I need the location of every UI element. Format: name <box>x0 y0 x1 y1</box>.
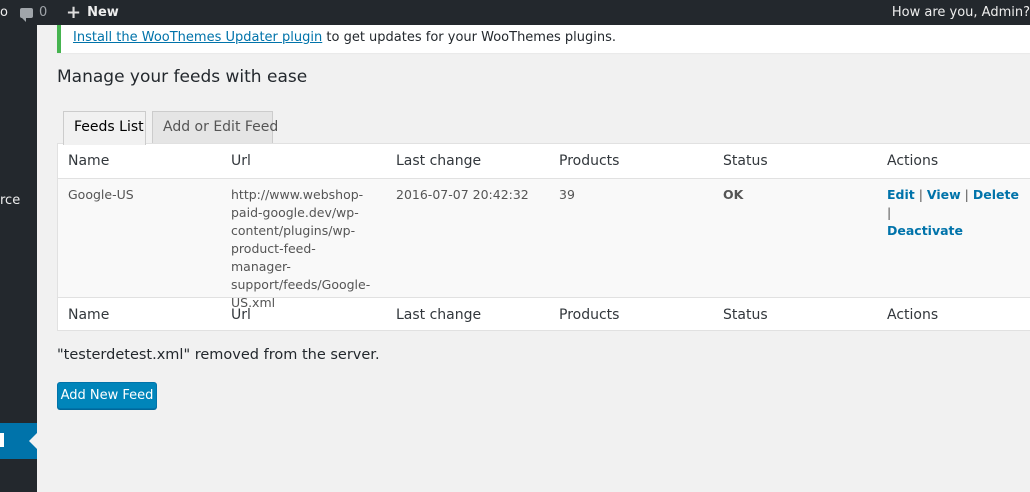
feed-name: Google-US <box>68 187 134 202</box>
column-header-name: Name <box>68 153 110 169</box>
new-label: New <box>87 5 119 20</box>
page-title: Manage your feeds with ease <box>57 67 308 87</box>
feed-url: http://www.webshop-paid-google.dev/wp-co… <box>231 187 371 310</box>
feeds-table: Name Url Last change Products Status Act… <box>57 143 1030 331</box>
column-header-status: Status <box>723 153 768 169</box>
column-footer-actions: Actions <box>887 307 939 323</box>
install-updater-link[interactable]: Install the WooThemes Updater plugin <box>73 30 322 45</box>
feed-products: 39 <box>559 187 575 202</box>
new-content-menu[interactable]: + New <box>66 0 119 25</box>
comments-menu[interactable]: 0 <box>20 0 47 25</box>
tab-add-edit-feed[interactable]: Add or Edit Feed <box>152 111 278 144</box>
feed-last-change: 2016-07-07 20:42:32 <box>396 187 529 202</box>
plus-icon: + <box>66 2 82 23</box>
sidebar-item-active[interactable] <box>0 423 37 459</box>
admin-bar: o 0 + New How are you, Admin? <box>0 0 1030 25</box>
table-footer: Name Url Last change Products Status Act… <box>58 297 1030 332</box>
table-row: Google-US http://www.webshop-paid-google… <box>58 179 1030 310</box>
column-header-url: Url <box>231 153 251 169</box>
admin-sidebar: rce <box>0 25 37 492</box>
feed-actions: Edit | View | Delete | Deactivate <box>887 187 1019 238</box>
column-header-actions: Actions <box>887 153 939 169</box>
column-footer-status: Status <box>723 307 768 323</box>
comment-icon <box>20 7 33 22</box>
column-footer-url: Url <box>231 307 251 323</box>
active-pointer-icon <box>29 433 37 449</box>
sidebar-active-fragment <box>0 433 4 447</box>
comments-count: 0 <box>39 5 48 20</box>
account-menu[interactable]: How are you, Admin? <box>892 0 1030 25</box>
tab-feeds-list[interactable]: Feeds List <box>63 111 146 145</box>
feed-status: OK <box>723 187 744 202</box>
status-message: "testerdetest.xml" removed from the serv… <box>57 347 380 363</box>
column-footer-last-change: Last change <box>396 307 482 323</box>
view-feed-link[interactable]: View <box>927 187 961 202</box>
column-header-products: Products <box>559 153 620 169</box>
edit-feed-link[interactable]: Edit <box>887 187 915 202</box>
sidebar-item-truncated[interactable]: rce <box>0 193 20 208</box>
add-new-feed-button[interactable]: Add New Feed <box>57 382 157 409</box>
column-header-last-change: Last change <box>396 153 482 169</box>
update-notice: Install the WooThemes Updater plugin to … <box>57 25 1030 53</box>
deactivate-feed-link[interactable]: Deactivate <box>887 223 963 238</box>
column-footer-products: Products <box>559 307 620 323</box>
table-header: Name Url Last change Products Status Act… <box>58 144 1030 179</box>
admin-bar-truncated-item[interactable]: o <box>0 0 8 25</box>
column-footer-name: Name <box>68 307 110 323</box>
delete-feed-link[interactable]: Delete <box>973 187 1019 202</box>
notice-text: to get updates for your WooThemes plugin… <box>322 30 616 45</box>
